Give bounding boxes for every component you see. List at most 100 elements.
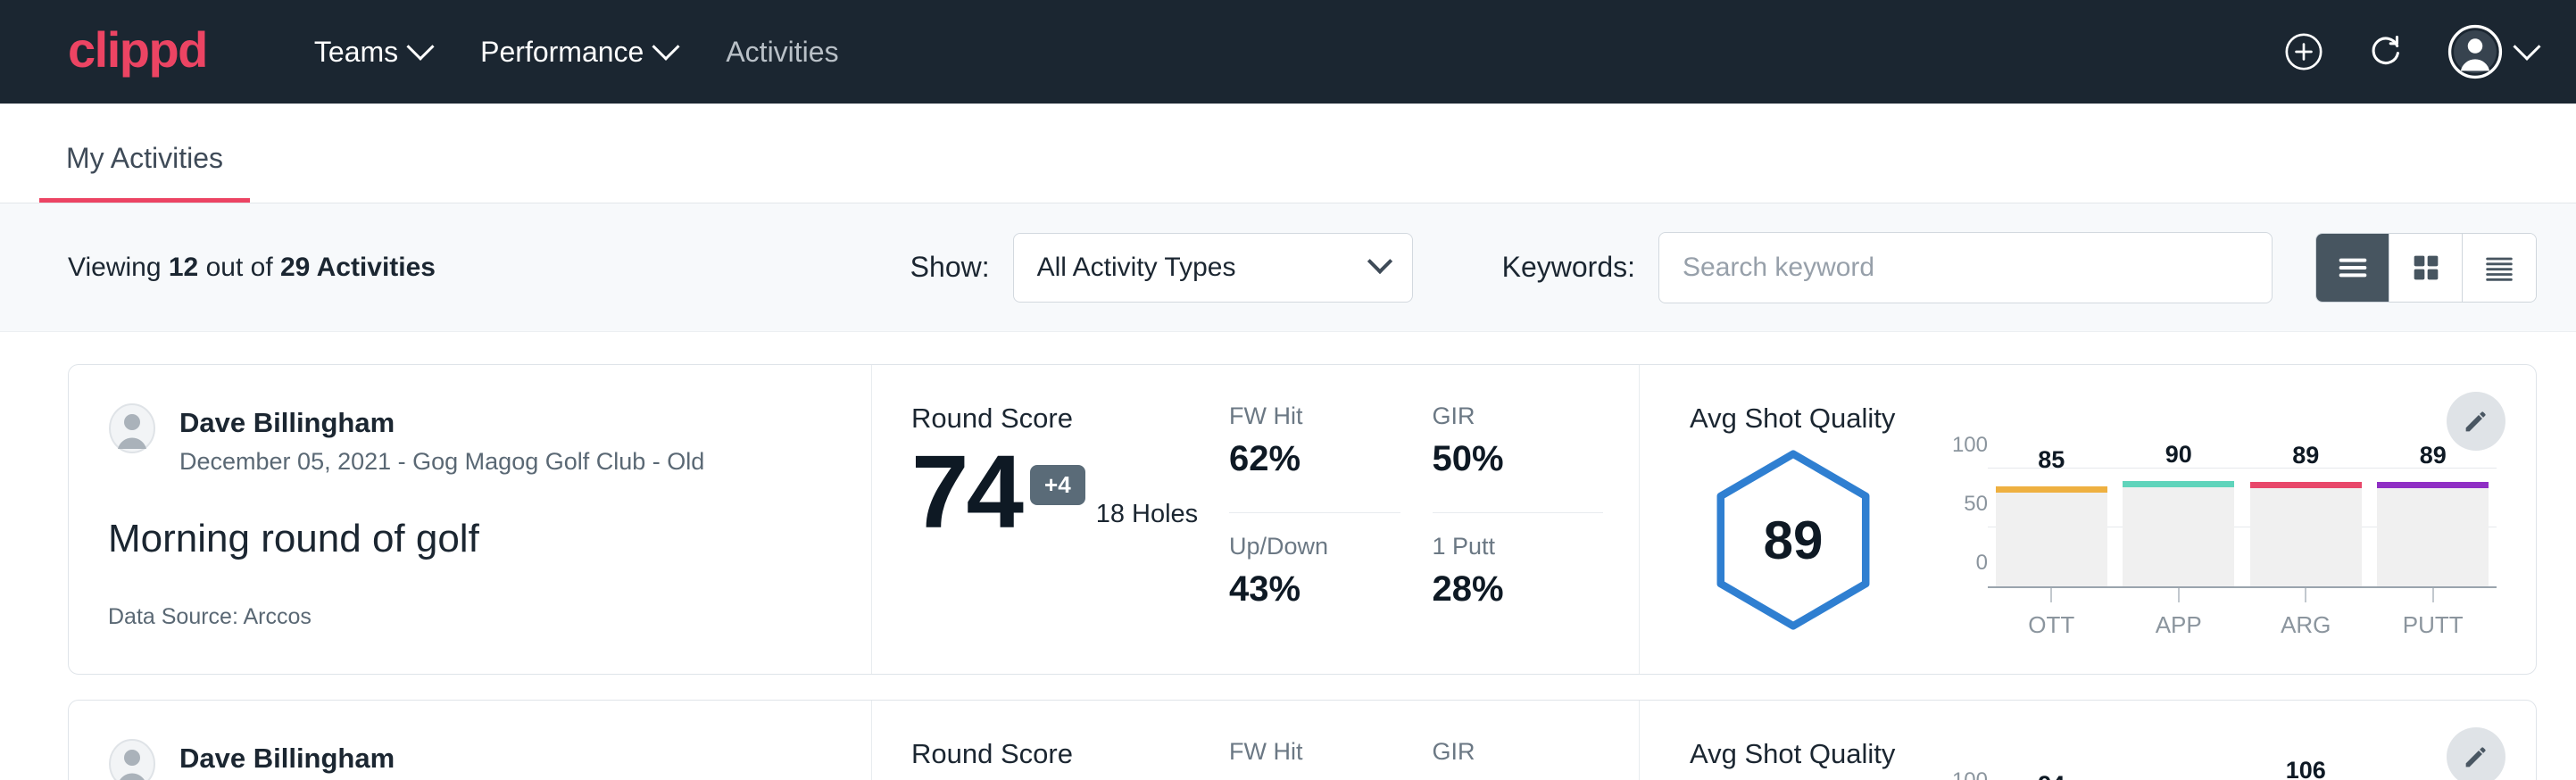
chevron-down-icon xyxy=(652,33,680,61)
tick-mark xyxy=(2305,588,2306,602)
chart-bar-slot: 89 xyxy=(2377,447,2489,586)
stat-label: FW Hit xyxy=(1229,738,1400,766)
chart-bar xyxy=(1996,486,2107,586)
stat-one-putt: 1 Putt 28% xyxy=(1433,533,1604,643)
bar-value-label: 89 xyxy=(2420,442,2447,469)
viewing-prefix: Viewing xyxy=(68,253,162,282)
shot-quality-value: 89 xyxy=(1708,449,1878,631)
edit-activity-button[interactable] xyxy=(2447,727,2505,780)
stat-label: GIR xyxy=(1433,738,1604,766)
activity-data-source: Data Source: Arccos xyxy=(108,604,832,630)
stat-label: GIR xyxy=(1433,402,1604,430)
chart-bar xyxy=(2250,482,2362,586)
activity-stats: FW Hit 62% GIR 50% Up/Down 43% 1 Putt 28… xyxy=(1229,365,1640,674)
nav-item-teams[interactable]: Teams xyxy=(289,27,455,78)
tick-mark xyxy=(2432,588,2434,602)
stat-gir: GIR 56% xyxy=(1433,738,1604,780)
compact-view-icon xyxy=(2481,250,2517,286)
x-tick-label: ARG xyxy=(2281,611,2331,639)
avg-shot-quality-label: Avg Shot Quality xyxy=(1690,402,2497,435)
view-mode-toggle xyxy=(2315,233,2537,303)
activity-stats: FW Hit 43% GIR 56% xyxy=(1229,701,1640,780)
stat-value: 43% xyxy=(1229,775,1400,780)
tick-mark xyxy=(2178,588,2180,602)
x-tick: PUTT xyxy=(2377,588,2489,639)
avatar xyxy=(108,738,156,780)
x-tick-label: APP xyxy=(2156,611,2202,639)
y-tick-label: 50 xyxy=(1964,492,1988,517)
bar-value-label: 106 xyxy=(2286,757,2326,780)
view-mode-grid[interactable] xyxy=(2389,234,2463,302)
activity-user: Dave Billingham October 16, 2021 - Gog M… xyxy=(108,738,832,780)
nav-item-performance[interactable]: Performance xyxy=(455,27,701,78)
tab-my-activities[interactable]: My Activities xyxy=(39,142,250,203)
round-score-value: 74 xyxy=(911,440,1021,544)
x-tick: OTT xyxy=(1996,588,2107,639)
avatar xyxy=(108,402,156,454)
show-label: Show: xyxy=(910,251,990,284)
add-button[interactable] xyxy=(2283,31,2324,72)
chevron-down-icon xyxy=(407,33,435,61)
x-tick-label: OTT xyxy=(2028,611,2074,639)
stat-fw-hit: FW Hit 62% xyxy=(1229,402,1400,513)
avatar-icon xyxy=(2447,24,2503,79)
stat-gir: GIR 50% xyxy=(1433,402,1604,513)
activity-list: Dave Billingham December 05, 2021 - Gog … xyxy=(0,332,2576,780)
activity-card[interactable]: Dave Billingham December 05, 2021 - Gog … xyxy=(68,364,2537,675)
tick-mark xyxy=(2050,588,2052,602)
chart-bar xyxy=(2123,481,2234,587)
nav-actions xyxy=(2283,24,2537,79)
activity-user: Dave Billingham December 05, 2021 - Gog … xyxy=(108,402,832,476)
filter-bar: Viewing 12 out of 29 Activities Show: Al… xyxy=(0,203,2576,332)
list-view-icon xyxy=(2335,250,2371,286)
x-tick: APP xyxy=(2123,588,2234,639)
round-score-section: Round Score 74 +4 18 Holes xyxy=(872,365,1229,674)
shot-quality-gauge: 89 xyxy=(1690,444,1897,631)
nav-item-performance-label: Performance xyxy=(480,36,644,69)
activity-title: Morning round of golf xyxy=(108,517,832,561)
grid-view-icon xyxy=(2408,250,2444,286)
nav-item-activities-label: Activities xyxy=(726,36,838,69)
nav-item-activities[interactable]: Activities xyxy=(701,27,863,78)
stat-label: 1 Putt xyxy=(1433,533,1604,560)
bar-chart: 05010085908989 xyxy=(1932,447,2497,588)
stat-fw-hit: FW Hit 43% xyxy=(1229,738,1400,780)
viewing-summary: Viewing 12 out of 29 Activities xyxy=(68,253,436,283)
activity-card[interactable]: Dave Billingham October 16, 2021 - Gog M… xyxy=(68,700,2537,780)
activity-user-name: Dave Billingham xyxy=(179,406,704,441)
chart-bar-slot: 89 xyxy=(2250,447,2362,586)
clippd-logo[interactable]: clippd xyxy=(68,25,207,79)
refresh-button[interactable] xyxy=(2365,31,2406,72)
bar-value-label: 89 xyxy=(2292,442,2319,469)
stat-up-down: Up/Down 43% xyxy=(1229,533,1400,643)
activity-type-select[interactable]: All Activity Types xyxy=(1013,233,1413,303)
view-mode-compact[interactable] xyxy=(2463,234,2536,302)
avg-shot-quality-section: Avg Shot Quality 050100948210687OTTAPPAR… xyxy=(1640,701,2536,780)
plus-circle-icon xyxy=(2283,31,2324,72)
keywords-label: Keywords: xyxy=(1502,251,1635,284)
user-menu[interactable] xyxy=(2447,24,2537,79)
avg-shot-quality-section: Avg Shot Quality 89 05010085908989OTTAPP… xyxy=(1640,365,2536,674)
search-input[interactable] xyxy=(1658,232,2273,303)
round-score-section: Round Score xyxy=(872,701,1229,780)
pencil-icon xyxy=(2461,742,2491,772)
nav-item-teams-label: Teams xyxy=(314,36,398,69)
tab-bar: My Activities xyxy=(0,104,2576,203)
chart-bar-slot: 90 xyxy=(2123,447,2234,586)
stat-value: 28% xyxy=(1433,569,1604,610)
avg-shot-quality-label: Avg Shot Quality xyxy=(1690,738,2497,770)
chart-bar xyxy=(2377,482,2489,586)
stat-value: 56% xyxy=(1433,775,1604,780)
score-differential-badge: +4 xyxy=(1030,465,1085,505)
stat-label: Up/Down xyxy=(1229,533,1400,560)
view-mode-list[interactable] xyxy=(2316,234,2389,302)
viewing-count: 12 xyxy=(169,253,198,282)
chart-bar-slot: 85 xyxy=(1996,447,2107,586)
main-nav: Teams Performance Activities xyxy=(289,27,864,78)
chart-x-axis: OTT APP ARG PUTT xyxy=(1988,588,2497,639)
activity-info: Dave Billingham October 16, 2021 - Gog M… xyxy=(69,701,872,780)
edit-activity-button[interactable] xyxy=(2447,392,2505,451)
y-tick-label: 0 xyxy=(1976,551,1988,576)
chart-y-axis: 050100 xyxy=(1932,447,1988,588)
chevron-down-icon xyxy=(1367,248,1392,273)
